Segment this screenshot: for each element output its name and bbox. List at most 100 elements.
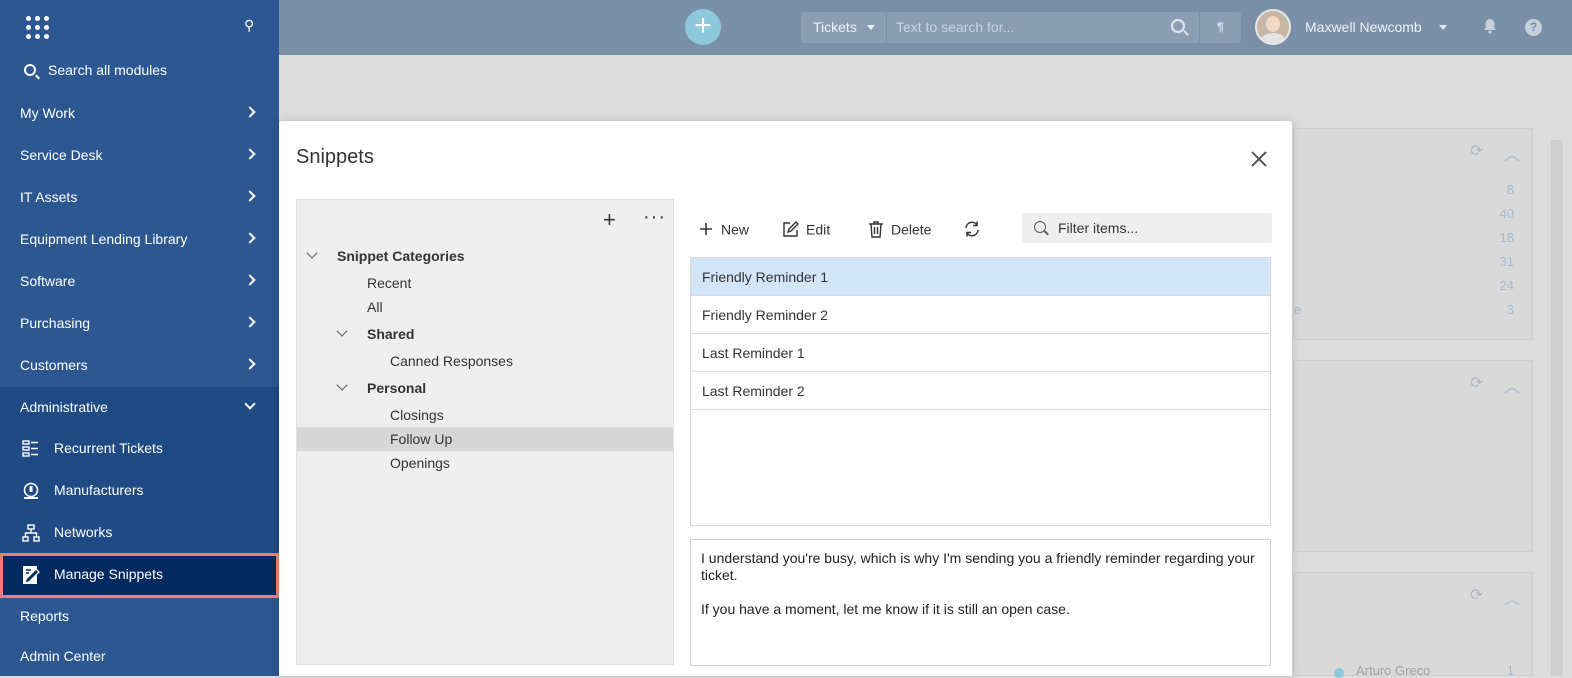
- tree-node-snippet-categories[interactable]: Snippet Categories: [297, 244, 673, 268]
- networks-icon: [22, 524, 40, 542]
- dashboard-card-2: ⟳ ︿: [1293, 360, 1533, 552]
- list-item[interactable]: Friendly Reminder 1: [691, 258, 1270, 296]
- sidebar-search[interactable]: Search all modules: [0, 56, 279, 86]
- sidebar-item-label: Purchasing: [20, 315, 91, 331]
- list-item-label: Last Reminder 2: [702, 383, 805, 399]
- sidebar-item-service-desk[interactable]: Service Desk: [0, 135, 279, 177]
- sidebar-item-label: Reports: [20, 608, 70, 624]
- tree-node-label: All: [367, 299, 383, 315]
- page-scrollbar[interactable]: [1551, 140, 1563, 676]
- snippet-preview[interactable]: I understand you're busy, which is why I…: [690, 539, 1271, 666]
- bell-icon[interactable]: [1482, 18, 1498, 34]
- tree-node-label: Recent: [367, 275, 412, 291]
- dashboard-card-3: ⟳ ︿ Arturo Greco 1: [1293, 572, 1533, 678]
- chevron-down-icon: [867, 25, 875, 30]
- chevron-right-icon: [244, 232, 256, 244]
- tree-node-label: Openings: [390, 455, 450, 471]
- status-dot-icon: [1334, 668, 1344, 678]
- tree-node-openings[interactable]: Openings: [297, 451, 673, 475]
- delete-button-label: Delete: [891, 221, 932, 238]
- new-button-label: New: [721, 221, 750, 238]
- chevron-down-icon[interactable]: [1439, 25, 1447, 30]
- new-button[interactable]: New: [697, 220, 749, 246]
- close-icon[interactable]: [1249, 149, 1269, 169]
- chevron-right-icon: [244, 190, 256, 202]
- tree-node-label: Canned Responses: [390, 353, 513, 369]
- search-input[interactable]: Text to search for...: [896, 12, 1014, 43]
- search-icon: [24, 64, 36, 76]
- manufacturers-icon: [23, 482, 39, 499]
- snippet-list: Friendly Reminder 1 Friendly Reminder 2 …: [690, 257, 1271, 526]
- sidebar-item-label: Recurrent Tickets: [54, 440, 163, 456]
- list-item[interactable]: Last Reminder 2: [691, 372, 1270, 410]
- chevron-down-icon: [244, 398, 256, 410]
- add-button[interactable]: +: [685, 9, 721, 45]
- chevron-down-icon[interactable]: [306, 247, 318, 259]
- sidebar-item-equipment-lending-library[interactable]: Equipment Lending Library: [0, 219, 279, 261]
- list-item[interactable]: Friendly Reminder 2: [691, 296, 1270, 334]
- count-value: 3: [1506, 302, 1514, 317]
- sidebar-item-label: Equipment Lending Library: [20, 231, 188, 247]
- sidebar-item-manage-snippets[interactable]: Manage Snippets: [0, 553, 279, 598]
- chevron-right-icon: [244, 316, 256, 328]
- chevron-down-icon[interactable]: [336, 325, 348, 337]
- tree-node-label: Shared: [367, 326, 415, 342]
- tree-node-label: Snippet Categories: [337, 248, 465, 264]
- tree-node-recent[interactable]: Recent: [297, 271, 673, 295]
- user-name[interactable]: Maxwell Newcomb: [1305, 0, 1422, 55]
- sidebar-item-customers[interactable]: Customers: [0, 345, 279, 387]
- tree-node-follow-up[interactable]: Follow Up: [297, 427, 673, 451]
- delete-button[interactable]: Delete: [867, 220, 931, 246]
- truncated-label: e: [1294, 302, 1302, 317]
- search-scope-dropdown[interactable]: Tickets: [801, 12, 887, 43]
- tree-node-closings[interactable]: Closings: [297, 403, 673, 427]
- refresh-icon: ⟳: [1470, 143, 1484, 160]
- sidebar-item-recurrent-tickets[interactable]: Recurrent Tickets: [0, 428, 279, 470]
- edit-button[interactable]: Edit: [782, 220, 830, 246]
- refresh-button[interactable]: [963, 220, 987, 246]
- avatar[interactable]: [1255, 9, 1291, 45]
- filter-items-input[interactable]: [1056, 213, 1256, 243]
- preview-paragraph: If you have a moment, let me know if it …: [701, 601, 1070, 617]
- sidebar-item-administrative[interactable]: Administrative: [0, 387, 279, 429]
- sidebar-item-reports[interactable]: Reports: [0, 596, 279, 638]
- search-scope-label: Tickets: [813, 19, 857, 35]
- sidebar-item-label: Service Desk: [20, 147, 103, 163]
- sidebar-item-label: My Work: [20, 105, 75, 121]
- sidebar-item-it-assets[interactable]: IT Assets: [0, 177, 279, 219]
- sidebar-item-label: Networks: [54, 524, 113, 540]
- tree-node-shared[interactable]: Shared: [297, 322, 673, 346]
- sidebar-item-networks[interactable]: Networks: [0, 512, 279, 554]
- collapse-icon: ︿: [1504, 379, 1521, 396]
- chevron-down-icon[interactable]: [336, 379, 348, 391]
- more-options-icon[interactable]: ···: [643, 206, 666, 229]
- count-value: 24: [1499, 278, 1514, 293]
- edit-icon: [783, 221, 799, 237]
- sidebar-item-purchasing[interactable]: Purchasing: [0, 303, 279, 345]
- dashboard-card-1: ⟳ ︿ 8 40 18 31 24 e 3: [1293, 128, 1533, 340]
- plus-icon: [700, 223, 712, 236]
- search-icon[interactable]: [1171, 19, 1185, 33]
- add-category-button[interactable]: +: [603, 208, 616, 232]
- tree-node-all[interactable]: All: [297, 295, 673, 319]
- sidebar-item-manufacturers[interactable]: Manufacturers: [0, 470, 279, 512]
- sidebar-item-my-work[interactable]: My Work: [0, 93, 279, 135]
- sidebar-item-label: Customers: [20, 357, 88, 373]
- collapse-icon: ︿: [1504, 591, 1521, 608]
- sidebar-item-software[interactable]: Software: [0, 261, 279, 303]
- refresh-icon: ⟳: [1470, 587, 1484, 604]
- help-icon[interactable]: ?: [1525, 19, 1542, 36]
- pin-icon[interactable]: ⚲: [244, 17, 254, 34]
- filter-items-field: [1022, 213, 1272, 243]
- sidebar: ⚲ Search all modules My Work Service Des…: [0, 0, 279, 676]
- tree-node-canned-responses[interactable]: Canned Responses: [297, 349, 673, 373]
- advanced-search-icon[interactable]: ¶: [1199, 12, 1241, 43]
- sidebar-item-label: Admin Center: [20, 648, 106, 664]
- sidebar-item-label: Manage Snippets: [54, 566, 163, 582]
- apps-grid-icon[interactable]: [26, 16, 50, 40]
- dialog-title: Snippets: [296, 146, 374, 168]
- sidebar-item-admin-center[interactable]: Admin Center: [0, 636, 279, 678]
- tree-node-personal[interactable]: Personal: [297, 376, 673, 400]
- count-value: 40: [1499, 206, 1514, 221]
- list-item[interactable]: Last Reminder 1: [691, 334, 1270, 372]
